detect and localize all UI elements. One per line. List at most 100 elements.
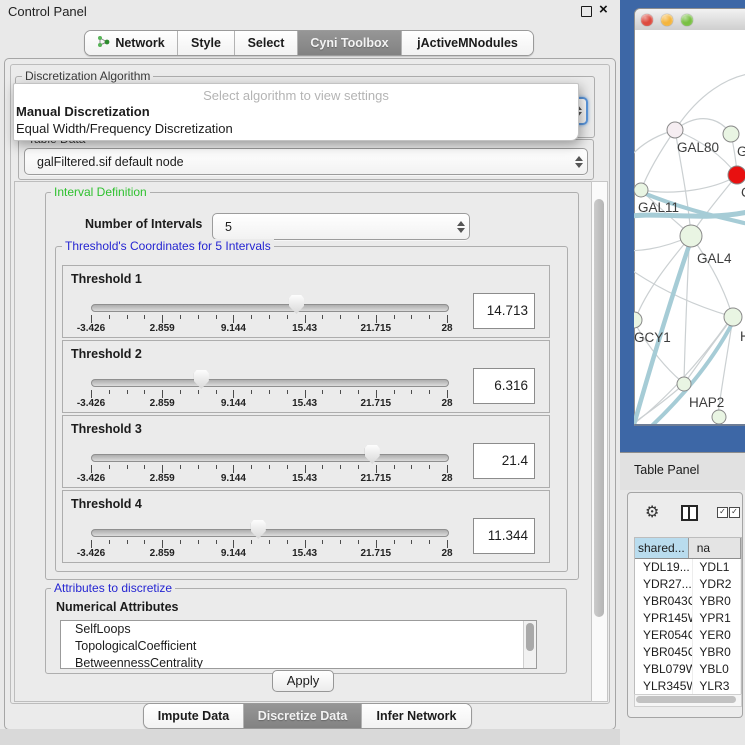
- tab-select[interactable]: Select: [235, 31, 298, 55]
- gear-icon[interactable]: ⚙: [645, 502, 659, 521]
- network-node[interactable]: [728, 166, 745, 184]
- network-node[interactable]: [677, 377, 691, 391]
- attribute-item[interactable]: SelfLoops: [61, 621, 536, 638]
- columns-icon[interactable]: [681, 505, 698, 521]
- tick-mark: [180, 390, 181, 394]
- tab-label: Select: [248, 36, 285, 50]
- list-scrollbar[interactable]: [523, 621, 536, 668]
- table-row[interactable]: YBR043CYBR0: [635, 593, 741, 610]
- threshold-slider-track[interactable]: [91, 379, 449, 387]
- table-row[interactable]: YBL079WYBL0: [635, 661, 741, 678]
- slider-tick-labels: -3.4262.8599.14415.4321.71528: [91, 473, 447, 485]
- bottom-tab-bar: Impute DataDiscretize DataInfer Network: [143, 703, 472, 729]
- network-edge: [693, 175, 737, 232]
- network-node[interactable]: [667, 122, 683, 138]
- tick-mark: [162, 465, 163, 473]
- network-node[interactable]: [712, 410, 726, 424]
- attributes-list[interactable]: SelfLoopsTopologicalCoefficientBetweenne…: [60, 620, 537, 669]
- network-node[interactable]: [634, 312, 642, 328]
- threshold-slider-track[interactable]: [91, 529, 449, 537]
- network-node[interactable]: [680, 225, 702, 247]
- horizontal-scrollbar[interactable]: [634, 694, 742, 707]
- minimize-traffic-light-icon[interactable]: [661, 14, 673, 26]
- node-table[interactable]: shared...na YDL19...YDL1YDR27...YDR2YBR0…: [634, 537, 742, 695]
- tab-cyni-toolbox[interactable]: Cyni Toolbox: [298, 31, 402, 55]
- algorithm-option[interactable]: Manual Discretization: [16, 104, 150, 119]
- float-window-icon[interactable]: [581, 6, 592, 17]
- list-scrollbar-thumb[interactable]: [526, 623, 534, 651]
- tab-impute-data[interactable]: Impute Data: [144, 704, 244, 728]
- threshold-value-input[interactable]: 11.344: [473, 518, 535, 554]
- tick-mark: [162, 390, 163, 398]
- threshold-value-input[interactable]: 14.713: [473, 293, 535, 329]
- network-window-titlebar[interactable]: [634, 8, 745, 32]
- apply-button[interactable]: Apply: [272, 670, 334, 692]
- tick-label: 9.144: [221, 473, 246, 484]
- table-column-header[interactable]: shared...: [635, 538, 689, 558]
- bottom-strip: [0, 729, 620, 745]
- tick-mark: [394, 465, 395, 469]
- table-panel-title: Table Panel: [634, 463, 699, 477]
- table-row[interactable]: YDR27...YDR2: [635, 576, 741, 593]
- attribute-item[interactable]: TopologicalCoefficient: [61, 638, 536, 655]
- network-edge: [641, 177, 735, 192]
- tick-mark: [322, 315, 323, 319]
- attribute-item[interactable]: BetweennessCentrality: [61, 655, 536, 669]
- threshold-value-input[interactable]: 21.4: [473, 443, 535, 479]
- algorithm-option[interactable]: Equal Width/Frequency Discretization: [16, 121, 233, 136]
- tick-mark: [127, 315, 128, 319]
- checkbox-icon[interactable]: ✓: [729, 507, 740, 518]
- table-column-header[interactable]: na: [689, 538, 741, 558]
- tick-label: 15.43: [292, 473, 317, 484]
- network-node[interactable]: [723, 126, 739, 142]
- table-row[interactable]: YLR345WYLR3: [635, 678, 741, 695]
- tick-mark: [233, 315, 234, 323]
- horizontal-scrollbar-thumb[interactable]: [636, 696, 736, 703]
- table-cell: YER054C: [635, 627, 693, 644]
- zoom-traffic-light-icon[interactable]: [681, 14, 693, 26]
- table-row[interactable]: YBR045CYBR0: [635, 644, 741, 661]
- tick-mark: [180, 540, 181, 544]
- vertical-scrollbar-thumb[interactable]: [594, 199, 604, 617]
- tab-jactivemnodules[interactable]: jActiveMNodules: [402, 31, 533, 55]
- tick-mark: [269, 315, 270, 319]
- table-cell: YPR145W: [635, 610, 693, 627]
- table-row[interactable]: YER054CYER0: [635, 627, 741, 644]
- number-of-intervals-select[interactable]: 5: [212, 213, 470, 240]
- checkbox-icon[interactable]: ✓: [717, 507, 728, 518]
- tick-mark: [305, 315, 306, 323]
- tab-label: jActiveMNodules: [417, 36, 518, 50]
- tick-mark: [429, 315, 430, 319]
- threshold-slider-track[interactable]: [91, 304, 449, 312]
- tick-mark: [162, 315, 163, 323]
- tab-style[interactable]: Style: [178, 31, 235, 55]
- tick-mark: [447, 465, 448, 473]
- tick-mark: [411, 315, 412, 319]
- tick-mark: [109, 315, 110, 319]
- table-cell: YBR043C: [635, 593, 693, 610]
- network-graph[interactable]: GAL80GACGAL11GAL4GCY1HHAP2: [634, 30, 745, 424]
- network-node-label: H: [740, 329, 745, 344]
- table-row[interactable]: YPR145WYPR1: [635, 610, 741, 627]
- tick-label: 9.144: [221, 548, 246, 559]
- threshold-slider-track[interactable]: [91, 454, 449, 462]
- tab-infer-network[interactable]: Infer Network: [362, 704, 471, 728]
- threshold-value-input[interactable]: 6.316: [473, 368, 535, 404]
- control-panel-titlebar: Control Panel ×: [0, 0, 620, 22]
- tick-mark: [358, 390, 359, 394]
- close-traffic-light-icon[interactable]: [641, 14, 653, 26]
- tick-label: 2.859: [150, 398, 175, 409]
- network-node[interactable]: [634, 183, 648, 197]
- close-icon[interactable]: ×: [599, 1, 608, 18]
- tick-mark: [91, 465, 92, 473]
- vertical-scrollbar[interactable]: [591, 181, 608, 702]
- tab-network[interactable]: Network: [85, 31, 178, 55]
- table-data-combobox[interactable]: galFiltered.sif default node: [24, 148, 588, 175]
- tick-mark: [216, 465, 217, 469]
- tab-discretize-data[interactable]: Discretize Data: [244, 704, 362, 728]
- network-node[interactable]: [724, 308, 742, 326]
- tick-mark: [376, 540, 377, 548]
- table-row[interactable]: YDL19...YDL1: [635, 559, 741, 576]
- tick-mark: [269, 465, 270, 469]
- tick-mark: [322, 390, 323, 394]
